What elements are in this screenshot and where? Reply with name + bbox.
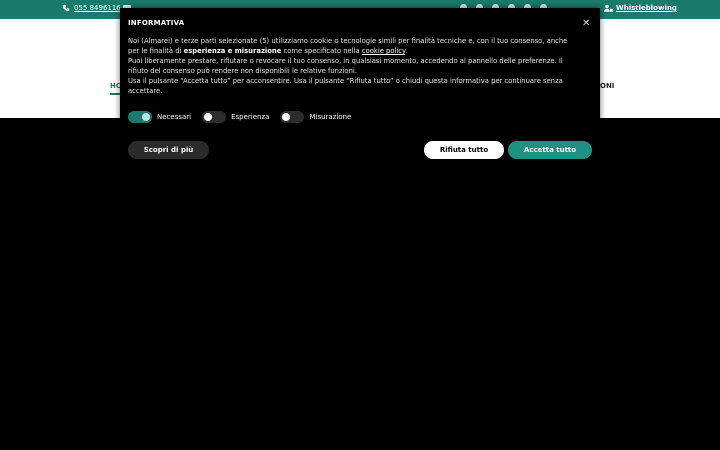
toggle-label: Misurazione	[309, 113, 352, 121]
consent-toggles: Necessari Esperienza Misurazione	[128, 111, 362, 123]
cookie-policy-link[interactable]: cookie policy	[362, 47, 405, 55]
learn-more-button[interactable]: Scopri di più	[128, 141, 209, 159]
toggle-esperienza[interactable]: Esperienza	[202, 111, 269, 123]
phone-link[interactable]: 055 8496116	[62, 4, 121, 12]
close-icon[interactable]: ✕	[582, 19, 590, 29]
toggle-label: Necessari	[157, 113, 192, 121]
cookie-banner-text: Noi (Almarei) e terze parti selezionate …	[128, 36, 580, 96]
switch-knob	[142, 113, 150, 121]
switch-knob	[204, 113, 213, 121]
toggle-label: Esperienza	[231, 113, 270, 121]
switch-misurazione[interactable]	[280, 111, 305, 123]
switch-knob	[282, 113, 291, 121]
cookie-paragraph-2: Puoi liberamente prestare, rifiutare o r…	[128, 57, 563, 75]
cookie-paragraph-1: Noi (Almarei) e terze parti selezionate …	[128, 36, 580, 56]
toggle-necessari[interactable]: Necessari	[128, 111, 191, 123]
phone-number[interactable]: 055 8496116	[74, 4, 121, 12]
nav-item-partial[interactable]: ONI	[600, 82, 614, 90]
cookie-text: .	[405, 47, 408, 55]
cookie-banner-title: INFORMATIVA	[128, 19, 185, 27]
cookie-paragraph-3: Usa il pulsante “Accetta tutto” per acco…	[128, 77, 563, 95]
switch-esperienza[interactable]	[202, 111, 227, 123]
accept-all-button[interactable]: Accetta tutto	[508, 141, 592, 159]
whistleblowing-link[interactable]: Whistleblowing	[604, 4, 677, 12]
phone-icon	[62, 4, 70, 12]
cookie-purposes: esperienza e misurazione	[183, 47, 282, 55]
cookie-banner: INFORMATIVA ✕ Noi (Almarei) e terze part…	[120, 8, 600, 170]
whistleblowing-label[interactable]: Whistleblowing	[616, 4, 677, 12]
cookie-text: come specificato nella	[281, 47, 362, 55]
reject-all-button[interactable]: Rifiuta tutto	[424, 141, 504, 159]
switch-necessari[interactable]	[128, 111, 152, 123]
user-lock-icon	[604, 4, 613, 12]
toggle-misurazione[interactable]: Misurazione	[280, 111, 351, 123]
